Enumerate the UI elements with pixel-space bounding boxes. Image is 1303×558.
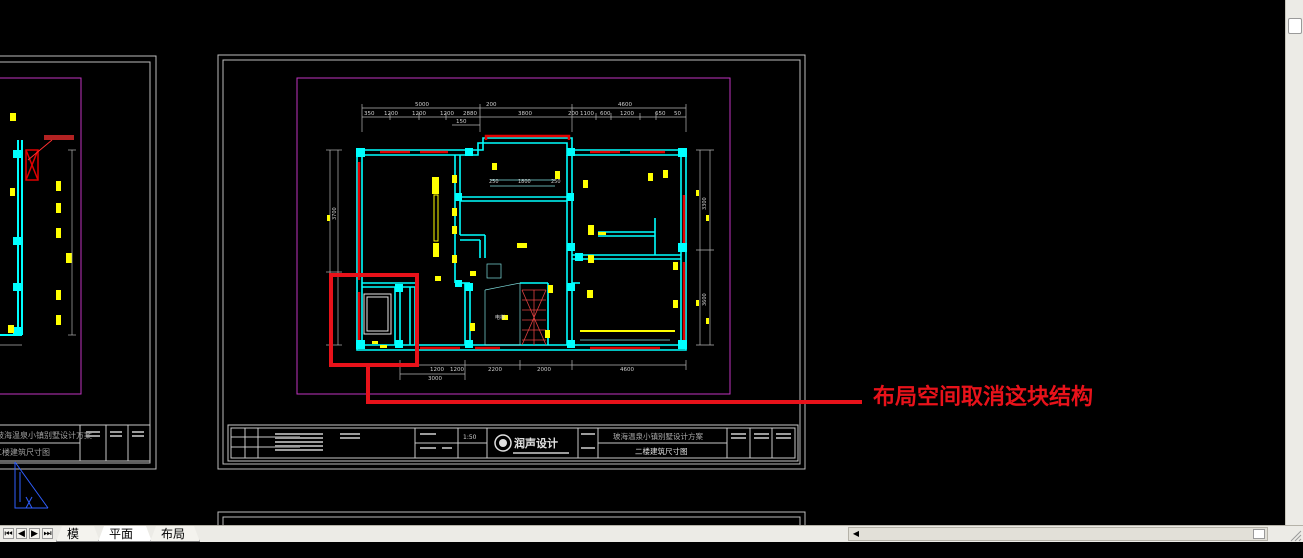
dim-right-3300: 3300 (702, 197, 708, 210)
dim-inner-1800: 1800 (518, 179, 531, 185)
main-layout-sheet: 5000 200 4600 350 1200 1200 1200 2880 38… (217, 54, 862, 470)
horizontal-scrollbar[interactable]: ◀ (848, 527, 1268, 541)
dim-top-150: 150 (456, 119, 467, 125)
dim-top-1100: 1100 (580, 111, 594, 117)
left-title-project: 玻海温泉小镇别墅设计方案 (0, 430, 92, 440)
dim-top-1200c: 1200 (440, 111, 454, 117)
resize-grip-icon[interactable] (1287, 527, 1303, 542)
horizontal-scroll-thumb[interactable] (1253, 529, 1265, 539)
left-title-drawing: 二楼建筑尺寸图 (0, 447, 50, 457)
tab-model[interactable]: 模型 (56, 526, 100, 542)
dim-left-3700: 3700 (332, 207, 338, 220)
tab-floor-plan[interactable]: 平面图 (98, 526, 152, 542)
layout-tab-bar: ⏮ ◀ ▶ ⏭ 模型 平面图 布局2 ◀ (0, 525, 1303, 542)
dim-bot-4600: 4600 (620, 367, 634, 373)
dim-top-4600: 4600 (618, 102, 632, 108)
vertical-scrollbar[interactable] (1285, 0, 1303, 525)
dim-inner-250b: 250 (551, 179, 561, 185)
dim-bot-1200b: 1200 (450, 367, 464, 373)
dim-top-3800: 3800 (518, 111, 532, 117)
next-tab-icon[interactable]: ▶ (29, 528, 40, 539)
prev-tab-icon[interactable]: ◀ (16, 528, 27, 539)
floor-plan: 电梯 250 1800 250 (356, 134, 687, 351)
dim-right-3600: 3600 (702, 293, 708, 306)
first-tab-icon[interactable]: ⏮ (3, 528, 14, 539)
room-label-elevator: 电梯 (495, 314, 505, 321)
dim-top-350: 350 (364, 111, 375, 117)
dim-top-1200d: 1200 (620, 111, 634, 117)
title-block: 1:50 润声设计 玻海温泉小镇别墅设计方案 二楼建筑尺寸图 (227, 424, 799, 462)
dim-top-650: 650 (655, 111, 666, 117)
left-layout-sheet: 玻海温泉小镇别墅设计方案 二楼建筑尺寸图 (0, 55, 157, 470)
lower-layout-sheet (217, 511, 806, 525)
dim-bot-3000: 3000 (428, 376, 442, 382)
logo-text: 润声设计 (514, 436, 558, 450)
dim-top-200b: 200 (568, 111, 579, 117)
dim-top-50: 50 (674, 111, 681, 117)
company-logo: 润声设计 (494, 434, 569, 454)
dim-inner-250a: 250 (489, 179, 499, 185)
dim-top-600: 600 (600, 111, 611, 117)
annotation-text: 布局空间取消这块结构 (873, 384, 1093, 410)
dim-top-5000: 5000 (415, 102, 429, 108)
last-tab-icon[interactable]: ⏭ (42, 528, 53, 539)
scroll-left-icon[interactable]: ◀ (850, 528, 862, 540)
dim-top-1200a: 1200 (384, 111, 398, 117)
title-block-drawing: 二楼建筑尺寸图 (635, 446, 688, 456)
title-block-scale: 1:50 (463, 434, 477, 441)
dim-top-2880: 2880 (463, 111, 477, 117)
vertical-scroll-thumb[interactable] (1288, 18, 1302, 34)
dim-top-200: 200 (486, 102, 497, 108)
dim-bot-1200a: 1200 (430, 367, 444, 373)
dim-bot-2200: 2200 (488, 367, 502, 373)
dim-top-1200b: 1200 (412, 111, 426, 117)
dim-bot-2000: 2000 (537, 367, 551, 373)
tab-layout2[interactable]: 布局2 (150, 526, 200, 542)
title-block-project: 玻海温泉小镇别墅设计方案 (613, 431, 703, 441)
cad-model-space[interactable]: 玻海温泉小镇别墅设计方案 二楼建筑尺寸图 (0, 0, 1285, 525)
